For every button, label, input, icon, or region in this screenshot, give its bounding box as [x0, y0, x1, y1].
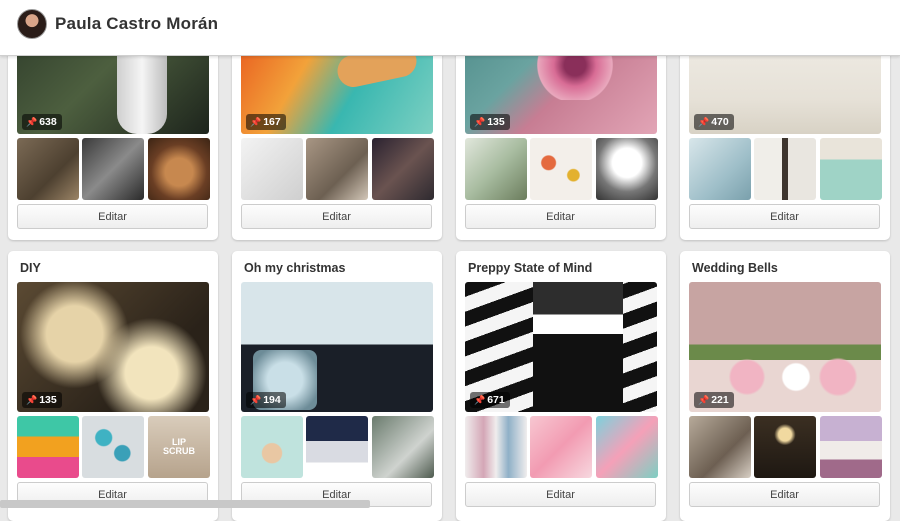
piano-photo-icon[interactable]: [820, 138, 882, 200]
pin-icon: 📌: [474, 117, 486, 127]
pin-count-badge: 📌 135: [470, 114, 510, 130]
pin-count: 470: [711, 116, 729, 128]
board-title[interactable]: Wedding Bells: [692, 261, 778, 275]
painted-eggs-photo-icon[interactable]: [82, 416, 144, 478]
giraffes-photo-icon[interactable]: [82, 138, 144, 200]
bouquet-photo-icon[interactable]: [465, 138, 527, 200]
christmas-house-photo-icon[interactable]: [306, 416, 368, 478]
pin-count-badge: 📌 167: [246, 114, 286, 130]
pin-icon: 📌: [698, 395, 710, 405]
pin-count: 671: [487, 394, 505, 406]
horizontal-scrollbar[interactable]: [0, 500, 370, 508]
pin-count-badge: 📌 221: [694, 392, 734, 408]
outfits-photo-icon[interactable]: [465, 416, 527, 478]
porch-photo-icon[interactable]: [372, 416, 434, 478]
dolls-photo-icon[interactable]: [372, 138, 434, 200]
flowers-photo-icon: [719, 352, 859, 402]
pin-count: 221: [711, 394, 729, 406]
pin-count: 167: [263, 116, 281, 128]
board-cover[interactable]: 📌 194: [241, 282, 433, 412]
pink-dress-photo-icon[interactable]: [530, 416, 592, 478]
pin-icon: 📌: [250, 117, 262, 127]
board-card[interactable]: Oh my christmas 📌 194 Editar: [232, 251, 442, 521]
pin-count: 135: [39, 394, 57, 406]
wedding-tent-photo-icon[interactable]: [689, 416, 751, 478]
board-title[interactable]: DIY: [20, 261, 41, 275]
colored-blocks-photo-icon[interactable]: [17, 416, 79, 478]
edit-board-button[interactable]: Editar: [241, 204, 432, 229]
board-cover[interactable]: 📌 671: [465, 282, 657, 412]
board-card[interactable]: Wedding Bells 📌 221 Editar: [680, 251, 890, 521]
edit-board-button[interactable]: Editar: [17, 204, 208, 229]
edit-board-button[interactable]: Editar: [689, 204, 880, 229]
wedding-lights-photo-icon[interactable]: [754, 416, 816, 478]
lip-scrub-label: LIP SCRUB: [162, 437, 195, 456]
lip-scrub-photo-icon[interactable]: LIP SCRUB: [148, 416, 210, 478]
wedding-arch-photo-icon[interactable]: [820, 416, 882, 478]
reindeer-photo-icon[interactable]: [241, 416, 303, 478]
pin-icon: 📌: [698, 117, 710, 127]
flowers-photo-icon[interactable]: [530, 138, 592, 200]
board-card[interactable]: DIY 📌 135 LIP SCRUB Editar: [8, 251, 218, 521]
pin-count: 638: [39, 116, 57, 128]
profile-header: Paula Castro Morán: [0, 0, 900, 56]
floral-dress-photo-icon[interactable]: [596, 416, 658, 478]
board-cover[interactable]: 📌 221: [689, 282, 881, 412]
edit-board-button[interactable]: Editar: [689, 482, 880, 507]
pin-count: 135: [487, 116, 505, 128]
pin-count-badge: 📌 470: [694, 114, 734, 130]
pin-count-badge: 📌 194: [246, 392, 286, 408]
avatar[interactable]: [17, 9, 47, 39]
pin-count-badge: 📌 638: [22, 114, 62, 130]
board-cover[interactable]: 📌 135: [17, 282, 209, 412]
outfit-photo-icon: [533, 282, 623, 412]
profile-username[interactable]: Paula Castro Morán: [55, 14, 218, 34]
pin-icon: 📌: [474, 395, 486, 405]
edit-board-button[interactable]: Editar: [465, 204, 656, 229]
table-photo-icon[interactable]: [306, 138, 368, 200]
window-room-photo-icon[interactable]: [689, 138, 751, 200]
edit-board-button[interactable]: Editar: [465, 482, 656, 507]
pin-icon: 📌: [26, 117, 38, 127]
pin-icon: 📌: [26, 395, 38, 405]
white-door-photo-icon[interactable]: [241, 138, 303, 200]
pin-count-badge: 📌 671: [470, 392, 510, 408]
board-title[interactable]: Oh my christmas: [244, 261, 345, 275]
pin-count-badge: 📌 135: [22, 392, 62, 408]
white-flowers-photo-icon[interactable]: [596, 138, 658, 200]
pin-count: 194: [263, 394, 281, 406]
board-title[interactable]: Preppy State of Mind: [468, 261, 592, 275]
barn-door-photo-icon[interactable]: [754, 138, 816, 200]
board-card[interactable]: Preppy State of Mind 📌 671 Editar: [456, 251, 666, 521]
pin-icon: 📌: [250, 395, 262, 405]
owls-photo-icon[interactable]: [17, 138, 79, 200]
owl-photo-icon[interactable]: [148, 138, 210, 200]
